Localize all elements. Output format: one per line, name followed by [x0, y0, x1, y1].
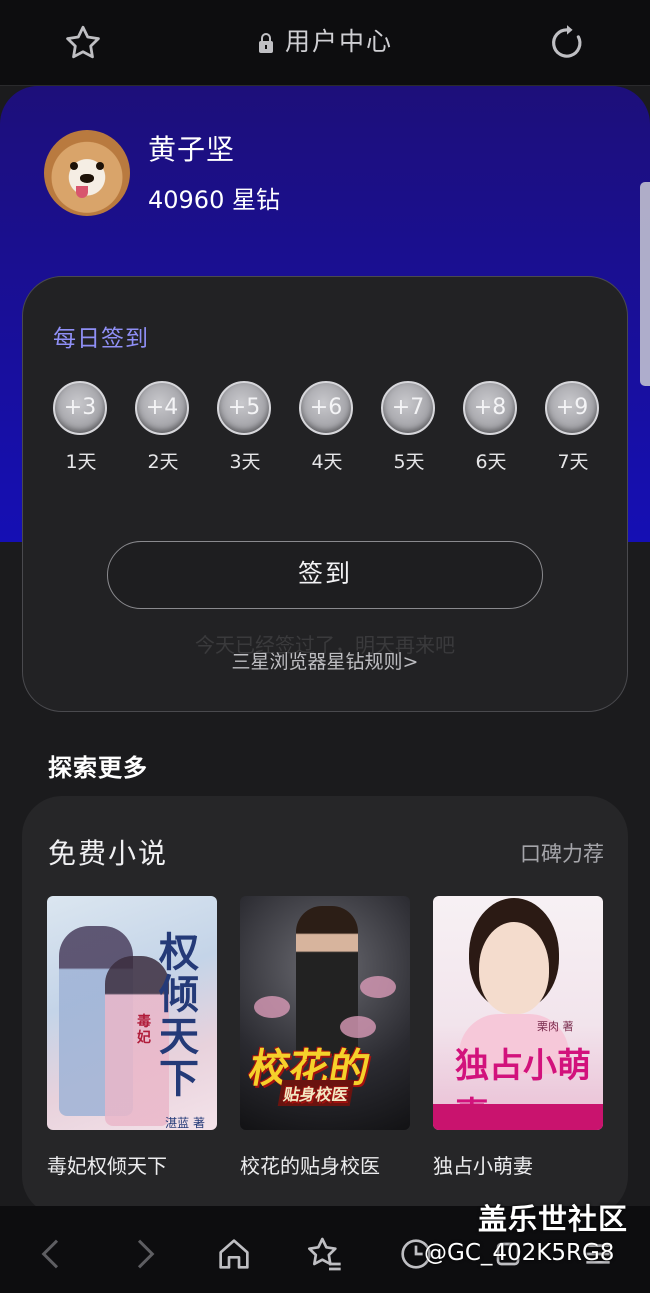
book-title: 毒妃权倾天下	[47, 1154, 167, 1178]
checkin-day-2: +4 2天	[135, 381, 191, 474]
checkin-day-7: +9 7天	[545, 381, 601, 474]
coin-icon: +9	[545, 381, 599, 435]
checkin-day-1: +3 1天	[53, 381, 109, 474]
explore-title: 探索更多	[48, 754, 148, 782]
home-icon[interactable]	[214, 1234, 254, 1274]
daily-checkin-card: 每日签到 +3 1天 +4 2天 +5 3天 +6 4天 +7 5天 +8 6天…	[22, 276, 628, 712]
avatar[interactable]	[44, 130, 130, 216]
avatar-eye-right	[96, 162, 104, 170]
cover-subtitle: 贴身校医	[277, 1080, 355, 1106]
book-title: 独占小萌妻	[433, 1154, 533, 1178]
checkin-day-3: +5 3天	[217, 381, 273, 474]
user-name: 黄子坚	[148, 133, 236, 166]
day-label: 2天	[147, 451, 179, 473]
coin-icon: +7	[381, 381, 435, 435]
coin-icon: +3	[53, 381, 107, 435]
book-title: 校花的贴身校医	[240, 1154, 380, 1178]
back-icon[interactable]	[32, 1234, 72, 1274]
section-more-link[interactable]: 口碑力荐	[520, 838, 604, 868]
forward-icon[interactable]	[124, 1234, 164, 1274]
book-cover[interactable]: 校花的 贴身校医	[240, 896, 410, 1130]
coin-icon: +5	[217, 381, 271, 435]
book-item[interactable]: 校花的 贴身校医 校花的贴身校医	[240, 896, 410, 1179]
avatar-tongue	[76, 186, 88, 198]
cover-petal	[340, 1016, 376, 1038]
book-cover[interactable]: 独占小萌妻 栗肉 著	[433, 896, 603, 1130]
points-balance: 40960 星钻	[148, 186, 280, 214]
book-item[interactable]: 独占小萌妻 栗肉 著 独占小萌妻	[433, 896, 603, 1179]
free-novels-card: 免费小说 口碑力荐 权倾天下 毒妃 湛蓝 著 毒妃权倾天下 校花的 贴身校医 校…	[22, 796, 628, 1216]
day-label: 3天	[229, 451, 261, 473]
watermark-handle: @GC_402K5RG8	[424, 1240, 615, 1266]
book-cover[interactable]: 权倾天下 毒妃 湛蓝 著	[47, 896, 217, 1130]
cover-author: 湛蓝 著	[165, 1116, 205, 1130]
coin-icon: +6	[299, 381, 353, 435]
cover-title: 权倾天下	[159, 929, 199, 1102]
cover-author: 栗肉 著	[537, 1020, 574, 1033]
day-label: 7天	[557, 451, 589, 473]
day-label: 6天	[475, 451, 507, 473]
bookmarks-icon[interactable]	[304, 1234, 344, 1274]
checkin-day-4: +6 4天	[299, 381, 355, 474]
checkin-days: +3 1天 +4 2天 +5 3天 +6 4天 +7 5天 +8 6天 +9 7…	[53, 381, 599, 491]
coin-icon: +8	[463, 381, 517, 435]
coin-icon: +4	[135, 381, 189, 435]
refresh-icon[interactable]	[546, 22, 588, 64]
day-label: 5天	[393, 451, 425, 473]
book-item[interactable]: 权倾天下 毒妃 湛蓝 著 毒妃权倾天下	[47, 896, 217, 1179]
cover-subtitle: 毒妃	[137, 1014, 151, 1046]
scrollbar-thumb[interactable]	[640, 182, 650, 386]
day-label: 4天	[311, 451, 343, 473]
points-rules-link[interactable]: 三星浏览器星钻规则>	[23, 647, 627, 674]
top-bar: 用户中心	[0, 0, 650, 86]
page-title: 用户中心	[284, 27, 393, 56]
lock-icon	[258, 33, 273, 53]
cover-band	[433, 1104, 603, 1130]
checkin-day-5: +7 5天	[381, 381, 437, 474]
day-label: 1天	[65, 451, 97, 473]
cover-figure	[479, 922, 549, 1014]
cover-petal	[254, 996, 290, 1018]
checkin-day-6: +8 6天	[463, 381, 519, 474]
watermark-title: 盖乐世社区	[478, 1202, 629, 1236]
section-title: 免费小说	[48, 837, 169, 870]
avatar-eye-left	[70, 162, 78, 170]
checkin-button[interactable]: 签到	[107, 541, 543, 609]
avatar-nose	[80, 174, 94, 183]
checkin-header: 每日签到	[53, 326, 149, 352]
cover-petal	[360, 976, 396, 998]
